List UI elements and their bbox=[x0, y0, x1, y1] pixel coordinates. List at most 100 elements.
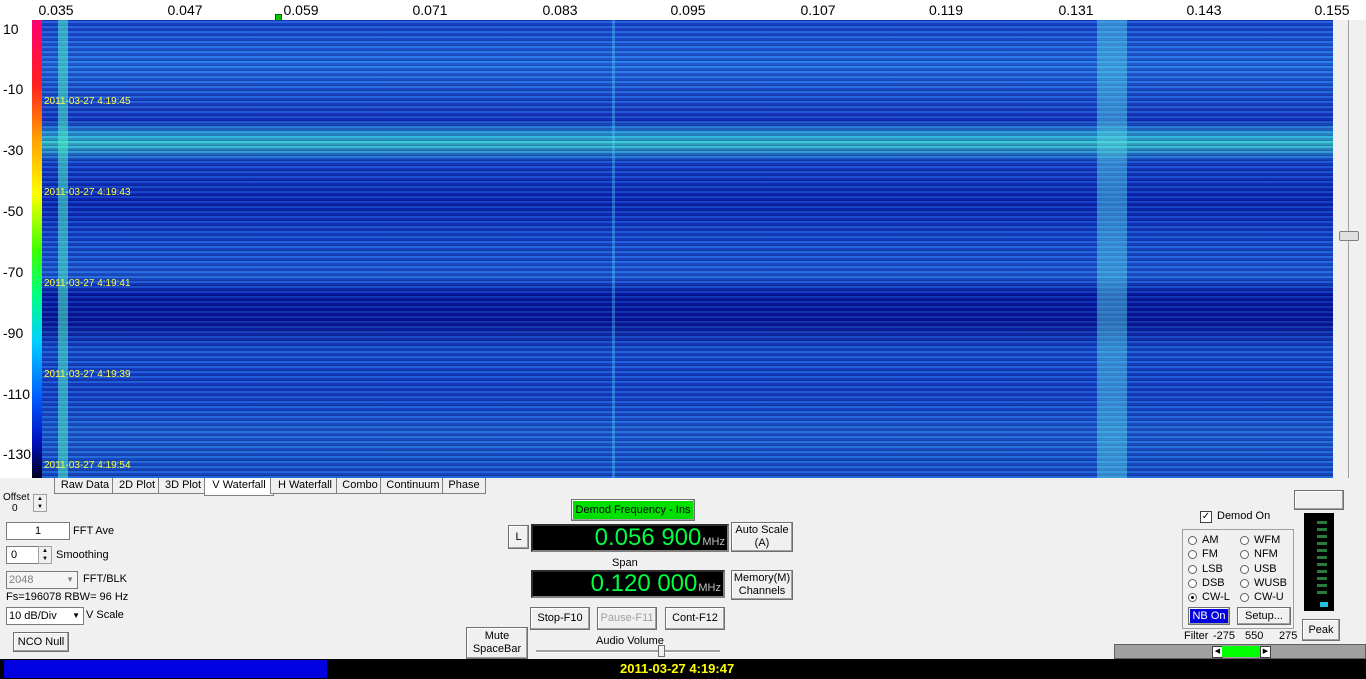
db-tick: -50 bbox=[3, 203, 24, 219]
mode-am[interactable]: AM bbox=[1188, 534, 1219, 546]
status-progress-bar bbox=[4, 660, 327, 678]
db-tick: -70 bbox=[3, 264, 24, 280]
db-tick: -10 bbox=[3, 81, 24, 97]
demod-frequency-button[interactable]: Demod Frequency - Ins bbox=[571, 499, 695, 521]
db-tick: -110 bbox=[3, 386, 30, 402]
tab-combo[interactable]: Combo bbox=[336, 478, 384, 494]
span-value: 0.120 000 bbox=[590, 570, 698, 597]
volume-slider-thumb[interactable] bbox=[658, 645, 665, 657]
offset-label: Offset bbox=[3, 492, 30, 503]
waterfall-timestamp: 2011-03-27 4:19:45 bbox=[44, 96, 131, 107]
tab-v-waterfall[interactable]: V Waterfall bbox=[204, 478, 274, 496]
fs-rbw-info: Fs=196078 RBW= 96 Hz bbox=[6, 591, 129, 603]
tab-continuum[interactable]: Continuum bbox=[380, 478, 446, 494]
demod-frequency-display[interactable]: 0.056 900MHz bbox=[531, 524, 729, 552]
mode-cw-l[interactable]: CW-L bbox=[1188, 591, 1230, 603]
tab-raw-data[interactable]: Raw Data bbox=[54, 478, 116, 494]
mode-dsb[interactable]: DSB bbox=[1188, 577, 1225, 589]
waterfall-timestamp: 2011-03-27 4:19:54 bbox=[44, 460, 131, 471]
waterfall-display[interactable]: 2011-03-27 4:19:45 2011-03-27 4:19:43 20… bbox=[42, 20, 1333, 478]
freq-tick: 0.155 bbox=[1314, 2, 1350, 18]
peak-button[interactable]: Peak bbox=[1302, 619, 1340, 641]
filter-label: Filter bbox=[1184, 630, 1209, 642]
audio-volume-slider[interactable] bbox=[536, 645, 720, 657]
smoothing-spinner[interactable]: ▲ ▼ bbox=[38, 546, 52, 564]
fft-ave-label: FFT Ave bbox=[73, 525, 115, 537]
slider-thumb[interactable] bbox=[1339, 231, 1359, 241]
tab-phase[interactable]: Phase bbox=[442, 478, 486, 494]
waterfall-timestamp: 2011-03-27 4:19:43 bbox=[44, 187, 131, 198]
freq-tick: 0.095 bbox=[670, 2, 706, 18]
chevron-down-icon: ▼ bbox=[66, 575, 74, 584]
pause-button[interactable]: Pause-F11 bbox=[597, 607, 657, 630]
span-label: Span bbox=[612, 557, 638, 569]
freq-tick: 0.143 bbox=[1186, 2, 1222, 18]
chevron-right-icon[interactable]: ▶ bbox=[1260, 646, 1271, 658]
freq-tick: 0.035 bbox=[38, 2, 74, 18]
demod-on-checkbox[interactable]: ✓ bbox=[1200, 511, 1212, 523]
vscale-select[interactable]: 10 dB/Div ▼ bbox=[6, 607, 84, 625]
offset-spinner[interactable]: ▲ ▼ bbox=[33, 494, 47, 512]
freq-tick: 0.083 bbox=[542, 2, 578, 18]
chevron-down-icon: ▼ bbox=[72, 611, 80, 620]
waterfall-timestamp: 2011-03-27 4:19:41 bbox=[44, 278, 131, 289]
setup-button[interactable]: Setup... bbox=[1237, 607, 1291, 625]
status-timestamp: 2011-03-27 4:19:47 bbox=[620, 661, 735, 676]
offset-value: 0 bbox=[12, 503, 18, 514]
filter-passband[interactable] bbox=[1222, 646, 1260, 657]
smoothing-input[interactable]: 0 bbox=[6, 546, 40, 564]
freq-tick: 0.131 bbox=[1058, 2, 1094, 18]
db-scale: 10 -10 -30 -50 -70 -90 -110 -130 bbox=[0, 20, 32, 478]
freq-tick: 0.047 bbox=[167, 2, 203, 18]
stop-button[interactable]: Stop-F10 bbox=[530, 607, 590, 630]
mode-usb[interactable]: USB bbox=[1240, 563, 1277, 575]
freq-tick: 0.071 bbox=[412, 2, 448, 18]
continue-button[interactable]: Cont-F12 bbox=[665, 607, 725, 630]
tab-2d-plot[interactable]: 2D Plot bbox=[112, 478, 162, 494]
fft-blk-value: 2048 bbox=[9, 574, 34, 586]
vscale-label: V Scale bbox=[86, 609, 124, 621]
span-display[interactable]: 0.120 000MHz bbox=[531, 570, 725, 598]
fft-blk-label: FFT/BLK bbox=[83, 573, 128, 585]
frequency-unit: MHz bbox=[698, 582, 721, 594]
filter-high: 275 bbox=[1279, 630, 1298, 642]
nco-null-button[interactable]: NCO Null bbox=[13, 632, 69, 652]
db-tick: 10 bbox=[3, 21, 19, 37]
mode-wfm[interactable]: WFM bbox=[1240, 534, 1280, 546]
mode-fm[interactable]: FM bbox=[1188, 548, 1218, 560]
fft-ave-input[interactable]: 1 bbox=[6, 522, 70, 540]
l-button[interactable]: L bbox=[508, 525, 529, 549]
memory-channels-button[interactable]: Memory(M) Channels bbox=[731, 570, 793, 600]
freq-tick: 0.059 bbox=[283, 2, 319, 18]
mute-button[interactable]: Mute SpaceBar bbox=[466, 627, 528, 659]
mode-wusb[interactable]: WUSB bbox=[1240, 577, 1287, 589]
freq-tick: 0.107 bbox=[800, 2, 836, 18]
db-tick: -90 bbox=[3, 325, 24, 341]
mode-lsb[interactable]: LSB bbox=[1188, 563, 1223, 575]
color-scale-bar bbox=[32, 20, 42, 478]
demod-on-label: Demod On bbox=[1217, 510, 1271, 522]
freq-tick: 0.119 bbox=[929, 2, 963, 18]
auto-scale-button[interactable]: Auto Scale (A) bbox=[731, 522, 793, 552]
waterfall-slider[interactable] bbox=[1333, 20, 1366, 478]
signal-meter bbox=[1304, 513, 1334, 611]
db-tick: -30 bbox=[3, 142, 24, 158]
slider-track bbox=[1348, 20, 1349, 478]
filter-low: -275 bbox=[1213, 630, 1236, 642]
frequency-axis: 0.035 0.047 0.059 0.071 0.083 0.095 0.10… bbox=[0, 0, 1366, 25]
frequency-unit: MHz bbox=[702, 536, 725, 548]
blank-button[interactable] bbox=[1294, 490, 1344, 510]
nb-on-button[interactable]: NB On bbox=[1188, 607, 1230, 625]
tab-h-waterfall[interactable]: H Waterfall bbox=[270, 478, 340, 494]
smoothing-label: Smoothing bbox=[56, 549, 109, 561]
db-tick: -130 bbox=[3, 446, 32, 462]
demod-frequency-value: 0.056 900 bbox=[594, 524, 702, 551]
tab-3d-plot[interactable]: 3D Plot bbox=[158, 478, 208, 494]
mode-nfm[interactable]: NFM bbox=[1240, 548, 1278, 560]
waterfall-timestamp: 2011-03-27 4:19:39 bbox=[44, 369, 131, 380]
mode-cw-u[interactable]: CW-U bbox=[1240, 591, 1284, 603]
fft-blk-select[interactable]: 2048 ▼ bbox=[6, 571, 78, 589]
audio-volume-label: Audio Volume bbox=[596, 635, 664, 647]
filter-slider[interactable]: ◀ ▶ bbox=[1114, 644, 1366, 659]
demod-mode-group: AM WFM FM NFM LSB USB DSB WUSB CW-L CW-U… bbox=[1182, 529, 1294, 629]
